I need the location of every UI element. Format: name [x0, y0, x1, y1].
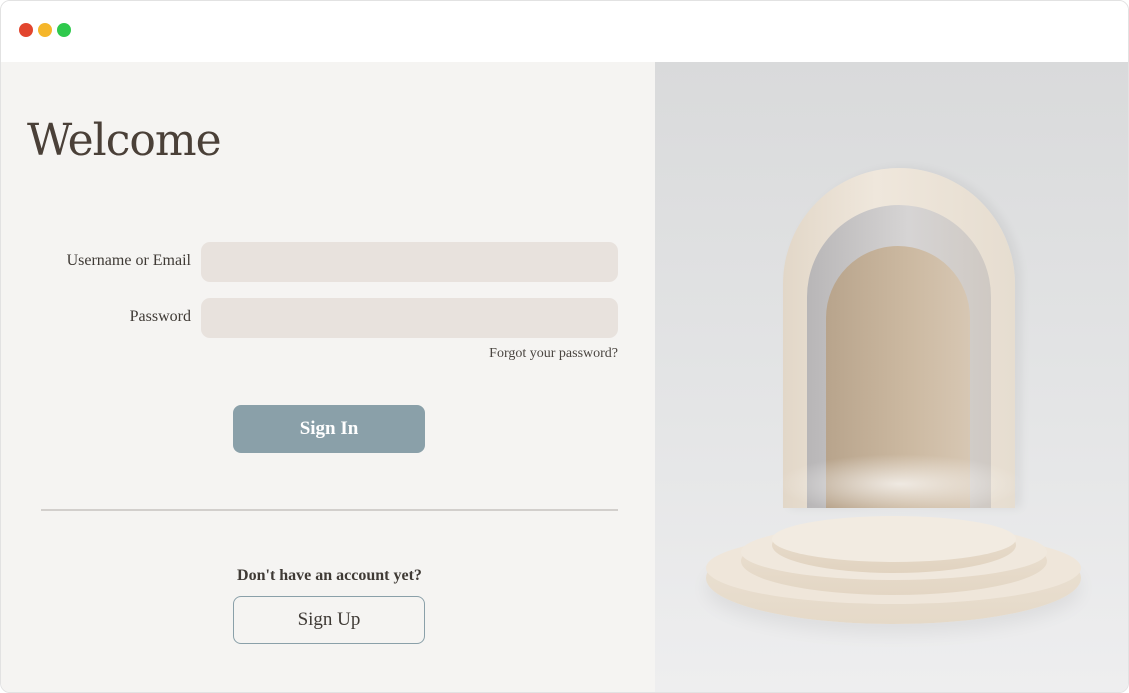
close-window-button[interactable] — [19, 23, 33, 37]
no-account-text: Don't have an account yet? — [237, 567, 422, 584]
window-titlebar — [1, 1, 1128, 62]
forgot-password-link[interactable]: Forgot your password? — [489, 346, 618, 362]
hero-illustration — [655, 62, 1128, 692]
sign-in-button[interactable]: Sign In — [233, 405, 425, 453]
podium-top-surface — [772, 516, 1016, 562]
password-input[interactable] — [201, 298, 618, 338]
floor-light — [775, 454, 1025, 514]
minimize-window-button[interactable] — [38, 23, 52, 37]
password-label: Password — [129, 308, 191, 325]
sign-up-button[interactable]: Sign Up — [233, 596, 425, 644]
login-panel: Welcome Username or Email Password Forgo… — [1, 62, 655, 692]
maximize-window-button[interactable] — [57, 23, 71, 37]
browser-window: Welcome Username or Email Password Forgo… — [0, 0, 1129, 693]
page-title: Welcome — [27, 115, 222, 166]
divider — [41, 509, 618, 511]
username-label: Username or Email — [66, 252, 191, 269]
username-input[interactable] — [201, 242, 618, 282]
